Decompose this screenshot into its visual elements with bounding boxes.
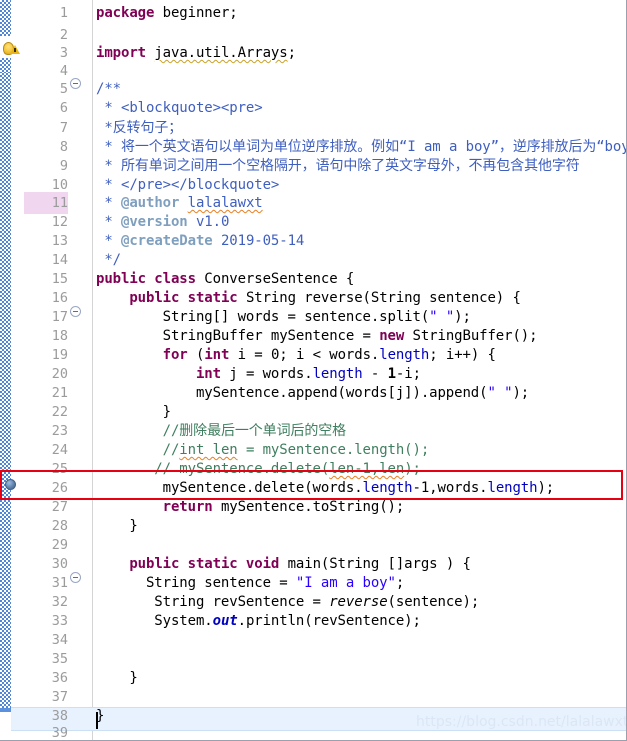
line-number: 39 xyxy=(51,725,68,741)
change-bar-segment xyxy=(0,73,11,470)
code-editor[interactable]: 1 2 3 4 5 6 7 8 9 10 11 12 13 14 15 16 1… xyxy=(0,0,627,741)
fold-toggle-icon[interactable] xyxy=(70,572,81,583)
gutter-separator xyxy=(92,0,93,740)
change-bar-segment xyxy=(0,0,11,36)
code-line[interactable]: * @createDate 2019-05-14 xyxy=(96,230,304,252)
line-number: 1 xyxy=(59,5,68,21)
code-line[interactable]: return mySentence.toString(); xyxy=(96,496,405,518)
code-line[interactable]: System.out.println(revSentence); xyxy=(96,610,421,632)
breakpoint-icon xyxy=(5,479,16,490)
code-line[interactable]: } xyxy=(96,667,137,689)
code-line[interactable]: * <blockquote><pre> xyxy=(96,97,262,119)
text-caret xyxy=(96,712,98,729)
code-line[interactable]: } xyxy=(96,515,137,537)
warning-triangle-icon xyxy=(10,45,20,54)
code-line[interactable]: import java.util.Arrays; xyxy=(96,42,296,64)
warning-marker[interactable] xyxy=(2,40,20,58)
change-bar-segment xyxy=(0,58,11,73)
watermark-text: https://blog.csdn.net/lalalawxt xyxy=(416,714,627,730)
fold-toggle-icon[interactable] xyxy=(70,78,81,89)
change-bar-segment xyxy=(0,708,11,712)
fold-toggle-icon[interactable] xyxy=(70,306,81,317)
line-number: 6 xyxy=(59,100,68,116)
code-line[interactable]: package beginner; xyxy=(96,2,238,24)
breakpoint-marker[interactable] xyxy=(2,475,20,493)
change-bar-segment xyxy=(0,470,11,708)
current-line-border xyxy=(11,730,626,731)
